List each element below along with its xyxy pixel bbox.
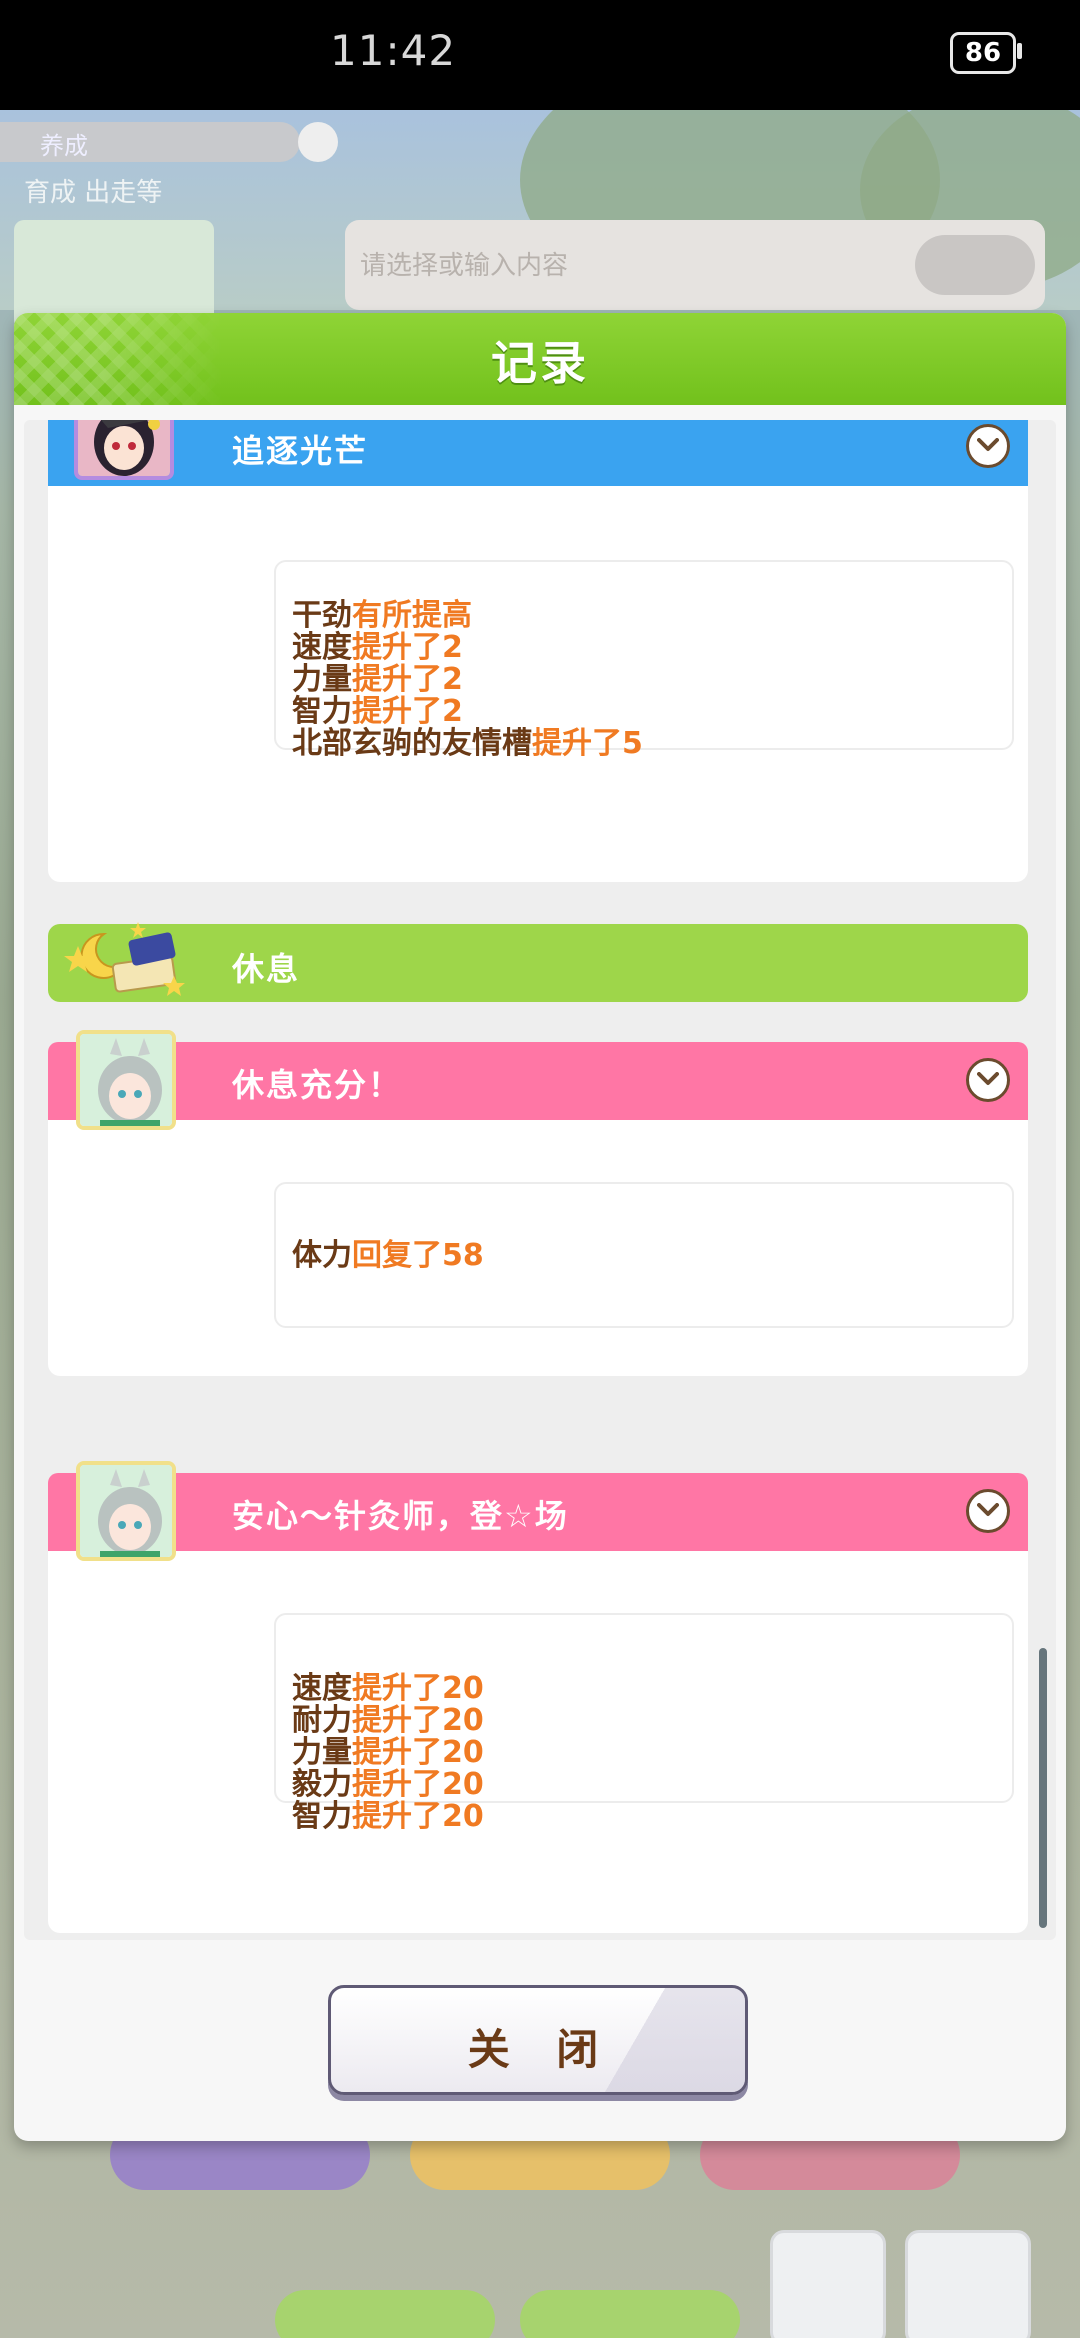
record-entry-title: 休息充分！ bbox=[232, 1066, 403, 1104]
status-bar: 11:42 86 bbox=[0, 0, 1080, 110]
effect-line: 智力提升了20 bbox=[292, 1799, 484, 1834]
chevron-down-icon[interactable] bbox=[966, 1489, 1010, 1533]
background-skill-button bbox=[770, 2230, 886, 2338]
rest-icon bbox=[64, 916, 194, 1006]
background-mode-tag-label: 养成 bbox=[40, 132, 88, 160]
record-entry-title: 安心～针灸师，登☆场 bbox=[232, 1497, 569, 1535]
character-portrait bbox=[76, 1030, 176, 1130]
chevron-down-icon[interactable] bbox=[966, 424, 1010, 468]
background-confirm-button bbox=[275, 2290, 495, 2338]
scrollbar-thumb[interactable] bbox=[1039, 1648, 1047, 1928]
record-entry-title: 追逐光芒 bbox=[232, 432, 369, 470]
background-menu-button bbox=[905, 2230, 1031, 2338]
background-label: 育成 出走等 bbox=[24, 178, 163, 208]
effect-line: 干劲有所提高 bbox=[292, 598, 472, 633]
battery-tip bbox=[1017, 43, 1022, 59]
effect-line: 毅力提升了20 bbox=[292, 1767, 484, 1802]
effect-line: 体力回复了58 bbox=[292, 1238, 484, 1273]
close-button-label: 关 闭 bbox=[467, 2025, 615, 2074]
background-toggle bbox=[915, 235, 1035, 295]
record-entry-effects: 干劲有所提高 速度提升了2 力量提升了2 智力提升了2 北部玄驹的友情槽提升了5 bbox=[274, 560, 1014, 760]
character-portrait bbox=[74, 420, 174, 480]
record-list[interactable]: 追逐光芒 干劲有所提高 速度提升了2 力量提升了2 智力提升了2 北部玄驹的友情… bbox=[24, 420, 1056, 1940]
record-modal: 记录 追逐光芒 干劲有所提高 速度提升了2 力量提升了2 智力提升了2 北部玄驹… bbox=[14, 313, 1066, 2141]
modal-title: 记录 bbox=[491, 336, 589, 390]
chevron-down-icon[interactable] bbox=[966, 1058, 1010, 1102]
battery-icon: 86 bbox=[950, 32, 1016, 74]
effect-line: 力量提升了2 bbox=[292, 662, 463, 697]
modal-header: 记录 bbox=[14, 313, 1066, 405]
effect-line: 力量提升了20 bbox=[292, 1735, 484, 1770]
background-search-placeholder: 请选择或输入内容 bbox=[360, 251, 569, 281]
effect-line: 智力提升了2 bbox=[292, 694, 463, 729]
status-time: 11:42 bbox=[330, 26, 457, 75]
effect-line: 速度提升了20 bbox=[292, 1671, 484, 1706]
background-help-icon bbox=[298, 122, 338, 162]
record-entry-header[interactable] bbox=[48, 1042, 1028, 1120]
background-continue-button bbox=[520, 2290, 740, 2338]
effect-line: 耐力提升了20 bbox=[292, 1703, 484, 1738]
record-entry-effects: 速度提升了20 耐力提升了20 力量提升了20 毅力提升了20 智力提升了20 bbox=[274, 1613, 1014, 1833]
record-section-header bbox=[48, 924, 1028, 1002]
record-entry-header[interactable] bbox=[48, 420, 1028, 486]
effect-line: 速度提升了2 bbox=[292, 630, 463, 665]
record-entry-effects: 体力回复了58 bbox=[274, 1182, 1014, 1328]
close-button[interactable]: 关 闭 bbox=[328, 1985, 748, 2095]
character-portrait bbox=[76, 1461, 176, 1561]
record-section-title: 休息 bbox=[232, 950, 301, 988]
effect-line: 北部玄驹的友情槽提升了5 bbox=[292, 726, 643, 761]
